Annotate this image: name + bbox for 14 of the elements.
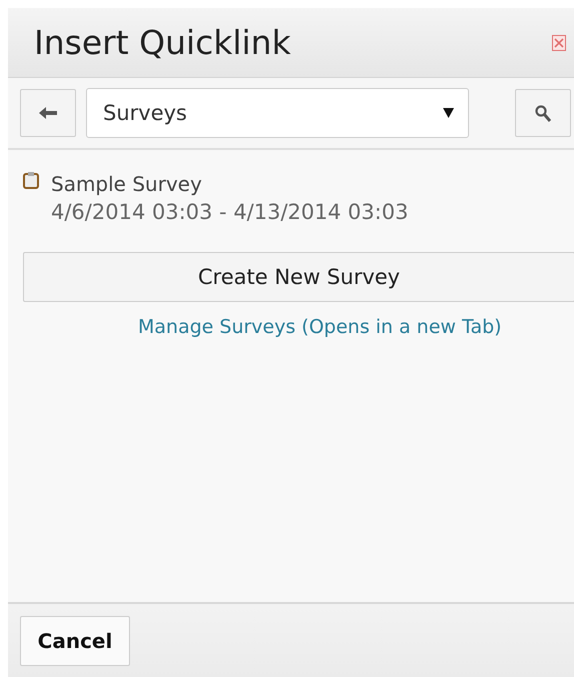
- dialog-title: Insert Quicklink: [34, 23, 291, 62]
- survey-name[interactable]: Sample Survey: [51, 172, 408, 196]
- manage-surveys-link[interactable]: Manage Surveys (Opens in a new Tab): [138, 316, 574, 338]
- survey-dates: 4/6/2014 03:03 - 4/13/2014 03:03: [51, 200, 408, 224]
- search-button[interactable]: [515, 89, 571, 137]
- search-icon: [535, 104, 551, 122]
- create-survey-button[interactable]: Create New Survey: [23, 252, 574, 302]
- back-button[interactable]: [20, 89, 76, 137]
- clipboard-icon: [23, 172, 39, 189]
- left-arrow-icon: [39, 107, 57, 119]
- caret-icon: [443, 108, 454, 118]
- cancel-button[interactable]: Cancel: [20, 616, 130, 666]
- close-icon[interactable]: [552, 34, 566, 50]
- category-dropdown[interactable]: Surveys: [86, 88, 469, 138]
